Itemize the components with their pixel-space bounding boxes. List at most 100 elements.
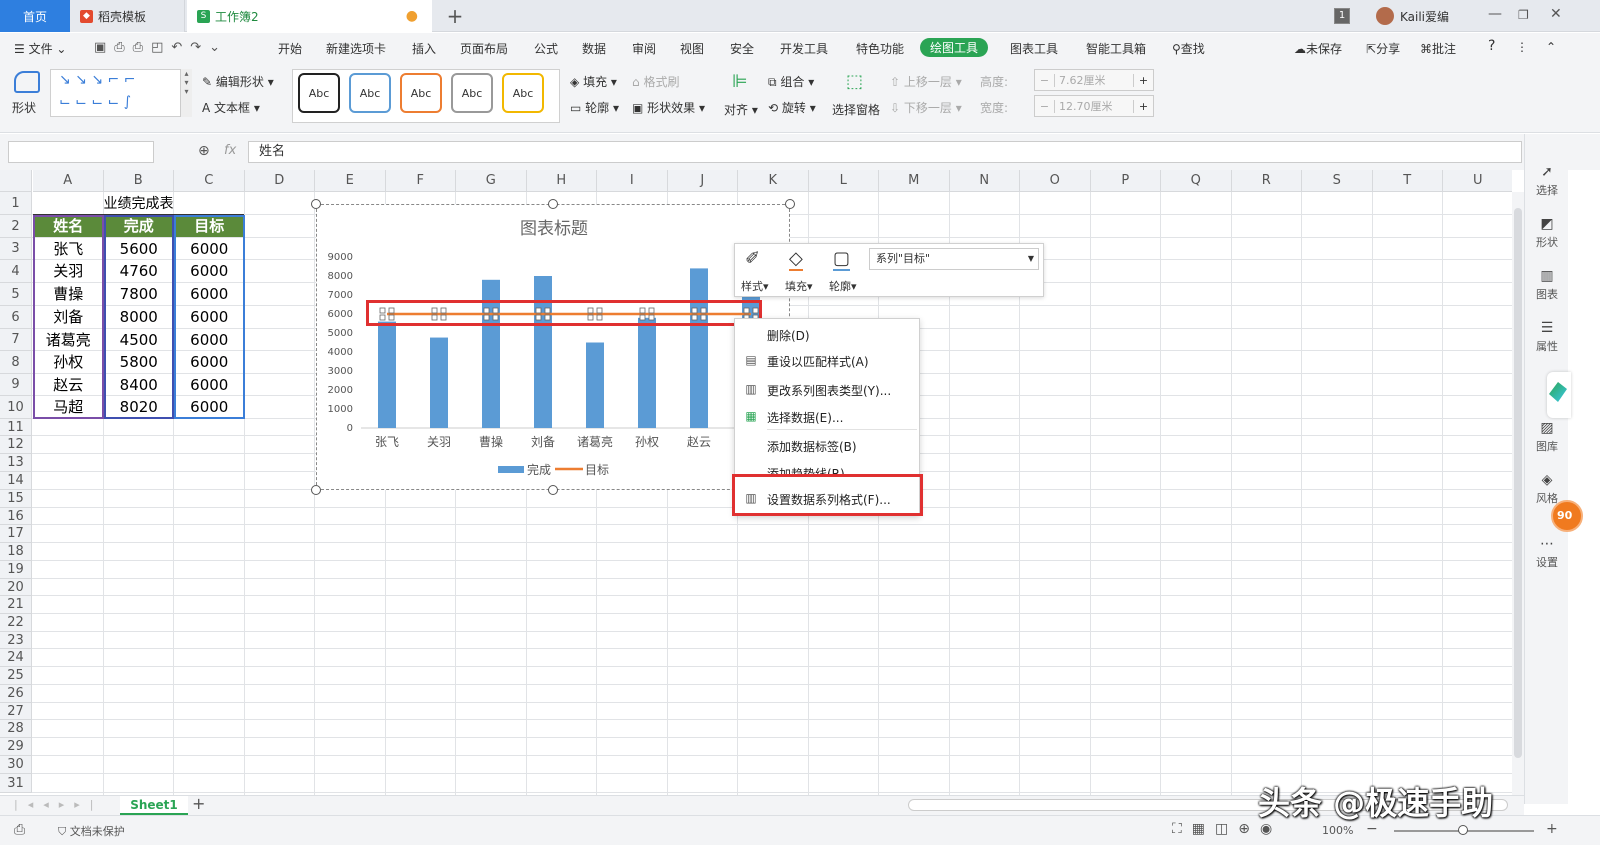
width-decrease-icon[interactable]: − (1035, 99, 1055, 113)
row-header-11[interactable]: 11 (0, 419, 32, 436)
ctx-delete[interactable]: 删除(D) (767, 327, 810, 344)
menu-start[interactable]: 开始 (278, 40, 302, 57)
table-title[interactable]: 业绩完成表 (33, 193, 244, 215)
gallery-scroll[interactable]: ▴ ▾ ▾ (180, 69, 192, 117)
floating-app-icon[interactable] (1547, 372, 1571, 418)
chart[interactable]: 图表标题 9000 8000 7000 6000 5000 4000 3000 2000 1000… (316, 204, 790, 490)
column-header-E[interactable]: E (315, 170, 386, 192)
fx-icon[interactable]: fx (224, 143, 236, 158)
column-header-M[interactable]: M (879, 170, 950, 192)
connector-shape-icon[interactable]: ⌙ ⌙ ⌙ ⌙ ∫ (59, 94, 131, 110)
textbox-button[interactable]: A 文本框 ▾ (202, 99, 260, 116)
row-header-20[interactable]: 20 (0, 579, 32, 596)
column-header-U[interactable]: U (1443, 170, 1512, 192)
menu-smart-toolbox[interactable]: 智能工具箱 (1086, 40, 1146, 57)
float-outline-button[interactable]: 轮廓▾ (829, 278, 857, 294)
height-stepper[interactable]: −7.62厘米 + (1034, 69, 1154, 91)
resize-handle-bl[interactable] (311, 485, 321, 495)
row-header-3[interactable]: 3 (0, 238, 32, 260)
send-backward-button[interactable]: ⇩ 下移一层 ▾ (890, 99, 962, 116)
unsaved-button[interactable]: ☁未保存 (1294, 40, 1342, 57)
line-shape-icon[interactable]: ↘ ↘ ↘ ⌐ ⌐ (59, 72, 135, 88)
row-header-26[interactable]: 26 (0, 685, 32, 703)
zoom-in-icon[interactable]: + (1546, 821, 1558, 837)
name-box[interactable] (8, 141, 154, 163)
column-header-J[interactable]: J (667, 170, 738, 192)
help-button[interactable]: ? (1488, 38, 1495, 54)
bring-forward-button[interactable]: ⇧ 上移一层 ▾ (890, 73, 962, 90)
formula-input[interactable]: 姓名 (248, 141, 1522, 163)
ctx-reset-style[interactable]: 重设以匹配样式(A) (767, 353, 869, 370)
style-abc-blue[interactable]: Abc (349, 73, 391, 113)
menu-review[interactable]: 审阅 (632, 40, 656, 57)
row-header-15[interactable]: 15 (0, 490, 32, 508)
shape-button[interactable]: 形状 (12, 99, 36, 116)
macro-icon[interactable]: ⎙ (14, 822, 25, 838)
score-badge[interactable]: 90 (1551, 500, 1583, 532)
row-header-8[interactable]: 8 (0, 351, 32, 374)
row-header-4[interactable]: 4 (0, 260, 32, 283)
outline-shape-icon[interactable]: ▢ (833, 248, 851, 271)
minimize-icon[interactable]: — (1488, 6, 1502, 22)
format-painter-button[interactable]: ⌂ 格式刷 (632, 73, 679, 90)
vertical-scrollbar[interactable] (1512, 192, 1524, 795)
zoom-slider-thumb[interactable] (1458, 825, 1468, 835)
row-header-28[interactable]: 28 (0, 720, 32, 738)
tab-template[interactable]: ◆ 稻壳模板 (70, 0, 185, 32)
row-header-12[interactable]: 12 (0, 436, 32, 454)
column-header-T[interactable]: T (1372, 170, 1443, 192)
panel-select[interactable]: ➚ 选择 (1525, 164, 1569, 198)
search-button[interactable]: ⚲查找 (1172, 40, 1205, 57)
file-menu[interactable]: ☰ 文件 ⌄ (14, 40, 66, 57)
close-icon[interactable]: ✕ (1550, 6, 1562, 22)
menu-security[interactable]: 安全 (730, 40, 754, 57)
row-header-14[interactable]: 14 (0, 472, 32, 490)
ctx-select-data[interactable]: 选择数据(E)... (767, 409, 843, 426)
series-select[interactable]: 系列"目标" ▼ (869, 248, 1039, 270)
group-button[interactable]: ⧉ 组合 ▾ (768, 73, 814, 90)
add-sheet-button[interactable]: + (192, 794, 205, 813)
panel-properties[interactable]: ☰ 属性 (1525, 320, 1569, 354)
column-header-B[interactable]: B (103, 170, 174, 192)
collapse-ribbon-icon[interactable]: ⌃ (1546, 40, 1556, 54)
outline-button[interactable]: ▭ 轮廓 ▾ (570, 99, 619, 116)
sheet-tab-sheet1[interactable]: Sheet1 (120, 796, 188, 815)
protect-status[interactable]: ⛉ 文档未保护 (58, 823, 125, 839)
scroll-thumb[interactable] (1514, 208, 1522, 758)
menu-formula[interactable]: 公式 (534, 40, 558, 57)
column-header-Q[interactable]: Q (1161, 170, 1232, 192)
style-button[interactable]: 样式▾ (741, 278, 769, 294)
row-header-2[interactable]: 2 (0, 215, 32, 238)
panel-settings[interactable]: ⋯ 设置 (1525, 536, 1569, 570)
menu-developer[interactable]: 开发工具 (780, 40, 828, 57)
column-header-P[interactable]: P (1090, 170, 1161, 192)
row-header-22[interactable]: 22 (0, 614, 32, 632)
row-header-13[interactable]: 13 (0, 454, 32, 472)
panel-gallery[interactable]: ▨ 图库 (1525, 420, 1569, 454)
column-header-K[interactable]: K (738, 170, 809, 192)
new-tab-button[interactable]: + (440, 0, 470, 32)
style-abc-black[interactable]: Abc (298, 73, 340, 113)
column-header-H[interactable]: H (526, 170, 597, 192)
avatar[interactable] (1376, 7, 1394, 25)
row-header-24[interactable]: 24 (0, 649, 32, 667)
resize-handle-tl[interactable] (311, 199, 321, 209)
style-abc-gray[interactable]: Abc (451, 73, 493, 113)
row-header-21[interactable]: 21 (0, 596, 32, 614)
tab-workbook[interactable]: S 工作簿2 ● (187, 0, 432, 32)
column-header-I[interactable]: I (597, 170, 668, 192)
column-header-L[interactable]: L (808, 170, 879, 192)
column-header-D[interactable]: D (244, 170, 315, 192)
height-decrease-icon[interactable]: − (1035, 73, 1055, 87)
panel-chart[interactable]: ▥ 图表 (1525, 268, 1569, 302)
menu-insert[interactable]: 插入 (412, 40, 436, 57)
resize-handle-b[interactable] (548, 485, 558, 495)
fill-button[interactable]: ◈ 填充 ▾ (570, 73, 617, 90)
width-value[interactable]: 12.70厘米 (1055, 98, 1133, 114)
row-header-30[interactable]: 30 (0, 756, 32, 774)
column-header-A[interactable]: A (33, 170, 104, 192)
style-abc-orange[interactable]: Abc (400, 73, 442, 113)
shape-gallery[interactable]: ↘ ↘ ↘ ⌐ ⌐ ⌙ ⌙ ⌙ ⌙ ∫ (50, 69, 192, 117)
menu-new-tab[interactable]: 新建选项卡 (326, 40, 386, 57)
row-header-27[interactable]: 27 (0, 703, 32, 720)
